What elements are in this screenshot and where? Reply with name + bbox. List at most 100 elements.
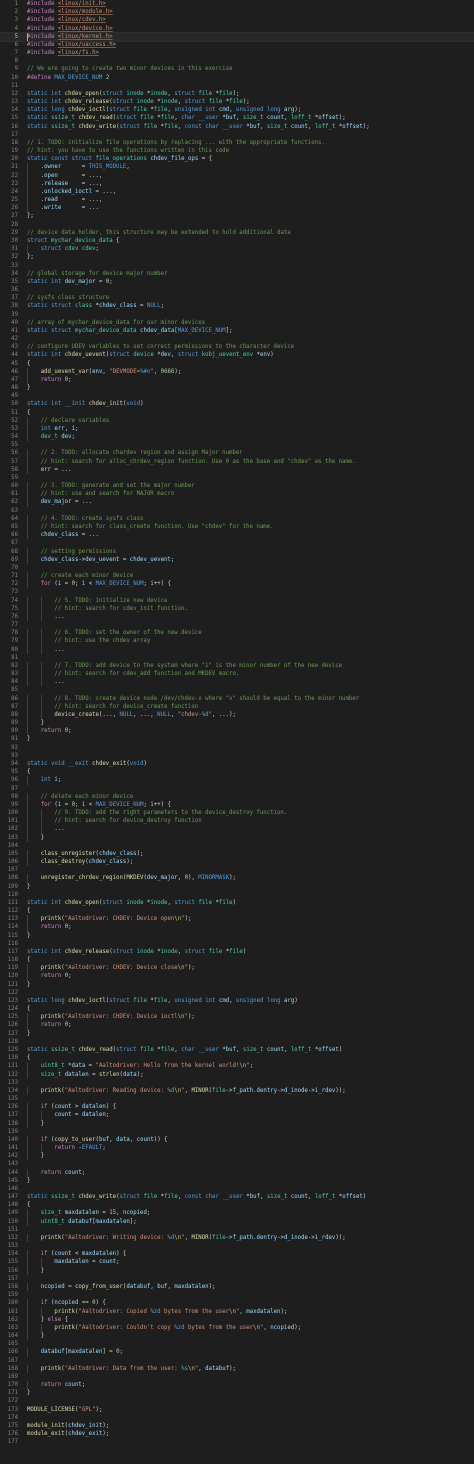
code-line[interactable]: 59 [0,474,474,482]
code-line[interactable]: 134 printk("Aaltodriver: Reading device:… [0,1086,474,1096]
code-line[interactable]: 18 // 1. TODO: initialize file operations… [0,139,474,147]
code-line[interactable]: 35 static int dev_major = 0; [0,278,474,286]
code-line[interactable]: 39 [0,311,474,319]
code-line[interactable]: 24 .unlocked_ioctl = ..., [0,187,474,197]
code-line[interactable]: 89 } [0,719,474,728]
code-line[interactable]: 91} [0,735,474,743]
code-line[interactable]: 81 [0,654,474,662]
code-line[interactable]: 1 #include <linux/init.h> [0,0,474,8]
code-line[interactable]: 92 [0,744,474,752]
code-line[interactable]: 107 [0,866,474,874]
code-line[interactable]: 42 [0,335,474,343]
code-line[interactable]: 8 [0,57,474,65]
code-line[interactable]: 115} [0,932,474,940]
code-line[interactable]: 126 return 0; [0,1021,474,1030]
code-line[interactable]: 176 module_exit(chdev_exit); [0,1430,474,1438]
code-line[interactable]: 129 static ssize_t chdev_read(struct file… [0,1046,474,1054]
code-line[interactable]: 158 ncopied = copy_from_user(databuf, bu… [0,1282,474,1292]
code-line[interactable]: 159 [0,1291,474,1299]
code-line[interactable]: 121} [0,981,474,989]
code-line[interactable]: 90 return 0; [0,727,474,736]
code-line[interactable]: 10 #define MAX_DEVICE_NUM 2 [0,74,474,82]
code-line[interactable]: 143 [0,1160,474,1168]
code-line[interactable]: 70 [0,564,474,572]
code-line[interactable]: 13 static int chdev_release(struct inode … [0,98,474,106]
code-line[interactable]: 67 [0,539,474,547]
code-line[interactable]: 75 // hint: search for cdev_init functio… [0,604,474,613]
code-line[interactable]: 127} [0,1030,474,1038]
code-line[interactable]: 125 printk("Aaltodriver: CHDEV: Device i… [0,1013,474,1022]
code-line[interactable]: 5 #include <linux/kernel.h> [0,31,474,42]
code-line[interactable]: 60 // 3. TODO: generate and set the majo… [0,482,474,491]
code-line[interactable]: 160 if (ncopied == 0) { [0,1299,474,1308]
code-line[interactable]: 144 return count; [0,1168,474,1177]
code-line[interactable]: 131 uint8_t *data = "Aaltodriver: Hello … [0,1062,474,1071]
code-line[interactable]: 148 { [0,1201,474,1209]
code-line[interactable]: 31 struct cdev cdev; [0,245,474,254]
code-line[interactable]: 51 { [0,409,474,417]
code-line[interactable]: 111 static int chdev_open(struct inode *i… [0,899,474,907]
code-line[interactable]: 152 printk("Aaltodriver: Writing device:… [0,1233,474,1243]
code-line[interactable]: 168 printk("Aaltodriver: Data from the u… [0,1364,474,1373]
code-line[interactable]: 22 .open = ..., [0,171,474,180]
code-line[interactable]: 100 // 9. TODO: add the right parameters… [0,809,474,818]
code-line[interactable]: 155 maxdatalen = count; [0,1258,474,1267]
code-line[interactable]: 12 static int chdev_open(struct inode *in… [0,90,474,98]
code-line[interactable]: 171} [0,1389,474,1397]
code-line[interactable]: 86 // 8. TODO: create device node /dev/c… [0,694,474,703]
code-line[interactable]: 11 [0,82,474,90]
code-line[interactable]: 133 [0,1079,474,1087]
code-line[interactable]: 157 [0,1275,474,1283]
code-line[interactable]: 139 [0,1128,474,1136]
code-line[interactable]: 45 { [0,360,474,368]
code-line[interactable]: 47 return 0; [0,375,474,385]
code-line[interactable]: 68 // setting permissions [0,547,474,556]
code-line[interactable]: 99 for (i = 0; i < MAX_DEVICE_NUM; i++) … [0,800,474,810]
code-line[interactable]: 147 static ssize_t chdev_write(struct fil… [0,1193,474,1201]
code-line[interactable]: 132 size_t datalen = strlen(data); [0,1070,474,1079]
code-line[interactable]: 151 [0,1226,474,1234]
code-line[interactable]: 54 dev_t dev; [0,433,474,442]
code-line[interactable]: 166 databuf[maxdatalen] = 0; [0,1348,474,1357]
code-line[interactable]: 101 // hint: search for device_destroy f… [0,817,474,826]
code-line[interactable]: 149 size_t maxdatalen = 15, ncopied; [0,1209,474,1218]
code-line[interactable]: 138 } [0,1119,474,1128]
code-line[interactable]: 56 // 2. TODO: allocate chardev region a… [0,449,474,458]
code-line[interactable]: 109} [0,883,474,891]
code-line[interactable]: 32}; [0,253,474,261]
code-line[interactable]: 17 [0,131,474,139]
code-line[interactable]: 74 // 5. TODO: initialize new device [0,596,474,605]
code-line[interactable]: 46 add_uevent_var(env, "DEVMODE=%#o", 06… [0,367,474,376]
code-line[interactable]: 72 for (i = 0; i < MAX_DEVICE_NUM; i++) … [0,580,474,589]
code-line[interactable]: 98 // delete each minor device [0,792,474,801]
code-line[interactable]: 25 .read = ..., [0,196,474,205]
code-line[interactable]: 130 { [0,1054,474,1062]
code-line[interactable]: 96 int i; [0,776,474,785]
code-line[interactable]: 58 err = ... [0,465,474,474]
code-line[interactable]: 172 [0,1397,474,1405]
code-line[interactable]: 48} [0,384,474,392]
code-line[interactable]: 78 // 6. TODO: set the owner of the new … [0,629,474,638]
code-line[interactable]: 15 static ssize_t chdev_read(struct file … [0,114,474,122]
code-line[interactable]: 165 [0,1340,474,1348]
code-line[interactable]: 19 // hint: you have to use the functions… [0,147,474,155]
code-line[interactable]: 118 { [0,956,474,964]
code-line[interactable]: 112 { [0,907,474,915]
code-line[interactable]: 167 [0,1357,474,1365]
code-line[interactable]: 16 static ssize_t chdev_write(struct file… [0,123,474,131]
code-line[interactable]: 63 [0,507,474,515]
code-line[interactable]: 95 { [0,768,474,776]
code-line[interactable]: 161 printk("Aaltodriver: Copied %zd byte… [0,1307,474,1316]
code-line[interactable]: 27}; [0,212,474,220]
code-line[interactable]: 104 [0,842,474,850]
code-line[interactable]: 57 // hint: search for alloc_chrdev_regi… [0,457,474,466]
code-line[interactable]: 14 static long chdev_ioctl(struct file *f… [0,106,474,114]
code-line[interactable]: 26 .write = ... [0,204,474,213]
code-line[interactable]: 122 [0,989,474,997]
code-line[interactable]: 76 ... [0,612,474,622]
code-line[interactable]: 173 MODULE_LICENSE("GPL"); [0,1406,474,1414]
code-line[interactable]: 120 return 0; [0,972,474,981]
code-line[interactable]: 82 // 7. TODO: add device to the system … [0,661,474,671]
code-line[interactable]: 85 [0,686,474,694]
code-line[interactable]: 97 [0,785,474,793]
